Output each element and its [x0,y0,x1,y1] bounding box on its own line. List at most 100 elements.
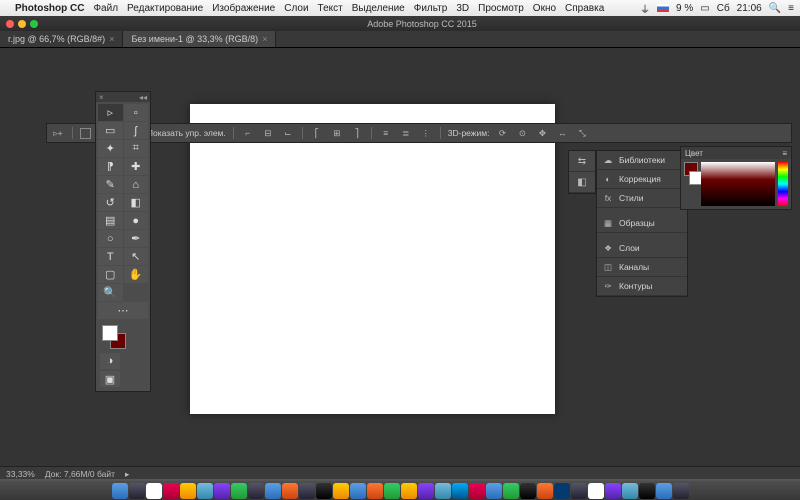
shape-tool[interactable]: ▢ [98,266,123,283]
dock-app[interactable] [520,483,536,499]
window-zoom-button[interactable] [30,20,38,28]
keyboard-layout-icon[interactable] [657,4,669,12]
menu-window[interactable]: Окно [533,3,556,14]
foreground-color[interactable] [102,325,118,341]
dock-app[interactable] [537,483,553,499]
dock-trash-icon[interactable] [673,483,689,499]
path-tool[interactable]: ↖ [124,248,149,265]
3d-orbit-icon[interactable]: ⟳ [495,127,509,139]
quickmask-tool[interactable]: ◑ [100,353,120,369]
dock-app-powerpoint[interactable] [367,483,383,499]
notifications-icon[interactable]: ≡ [788,3,794,14]
doc-info[interactable]: Док: 7,66M/0 байт [45,469,115,479]
dock-app-excel[interactable] [384,483,400,499]
dock-app-safari[interactable] [265,483,281,499]
menu-file[interactable]: Файл [93,3,118,14]
close-icon[interactable]: × [99,93,104,102]
align-left-icon[interactable]: ⎡ [310,127,324,139]
menu-image[interactable]: Изображение [212,3,275,14]
gradient-tool[interactable]: ▤ [98,212,123,229]
menu-edit[interactable]: Редактирование [127,3,203,14]
dock-app-photoshop[interactable] [554,483,570,499]
panel-item-styles[interactable]: fxСтили [597,189,687,208]
edit-toolbar[interactable]: ⋯ [98,302,148,319]
artboard-tool[interactable]: ▫ [124,104,149,121]
align-hcenter-icon[interactable]: ⊞ [330,127,344,139]
document-tab[interactable]: r.jpg @ 66,7% (RGB/8#)× [0,31,123,47]
lasso-tool[interactable]: ʃ [124,122,149,139]
dock-app[interactable] [571,483,587,499]
dock-app[interactable] [435,483,451,499]
document-tab[interactable]: Без имени-1 @ 33,3% (RGB/8)× [123,31,276,47]
dock-app[interactable] [469,483,485,499]
align-vcenter-icon[interactable]: ⊟ [261,127,275,139]
wifi-icon[interactable]: ⏚ [640,1,650,16]
3d-slide-icon[interactable]: ↔ [555,127,569,139]
dock-app-word[interactable] [350,483,366,499]
color-field[interactable] [701,162,775,206]
dock-app[interactable] [282,483,298,499]
blur-tool[interactable]: ● [124,212,149,229]
brush-tool[interactable]: ✎ [98,176,123,193]
panel-item-adjustments[interactable]: ◐Коррекция [597,170,687,189]
menu-select[interactable]: Выделение [352,3,405,14]
marquee-tool[interactable]: ▭ [98,122,123,139]
panel-item-swatches[interactable]: ▦Образцы [597,214,687,233]
distribute-icon[interactable]: ⋮ [419,127,433,139]
dock-app[interactable] [639,483,655,499]
3d-pan-icon[interactable]: ✥ [535,127,549,139]
tab-color[interactable]: Цвет [685,149,703,158]
menu-filter[interactable]: Фильтр [414,3,448,14]
dock-app[interactable] [231,483,247,499]
menu-text[interactable]: Текст [318,3,343,14]
panel-drag-handle[interactable]: ×◂◂ [96,92,150,102]
dock-app-skype[interactable] [452,483,468,499]
stamp-tool[interactable]: ⌂ [124,176,149,193]
zoom-tool[interactable]: 🔍 [98,284,123,301]
dock-app[interactable] [401,483,417,499]
dock-app[interactable] [622,483,638,499]
3d-roll-icon[interactable]: ⊙ [515,127,529,139]
align-bottom-icon[interactable]: ⌙ [281,127,295,139]
type-tool[interactable]: T [98,248,123,265]
panel-item-layers[interactable]: ❖Слои [597,239,687,258]
dock-app[interactable] [180,483,196,499]
dock-app[interactable] [316,483,332,499]
dodge-tool[interactable]: ○ [98,230,123,247]
panel-item-channels[interactable]: ◫Каналы [597,258,687,277]
tools-panel[interactable]: ×◂◂ ▹ ▫ ▭ ʃ ✦ ⌗ ⁋ ✚ ✎ ⌂ ↺ ◧ ▤ ● ○ ✒ T ↖ … [95,91,151,392]
move-tool-icon[interactable]: ▹+ [51,127,65,139]
dock-app[interactable] [503,483,519,499]
dock-app[interactable] [605,483,621,499]
zoom-level[interactable]: 33,33% [6,469,35,479]
menu-3d[interactable]: 3D [456,3,469,14]
window-minimize-button[interactable] [18,20,26,28]
wand-tool[interactable]: ✦ [98,140,123,157]
distribute-icon[interactable]: ≡ [379,127,393,139]
panel-menu-icon[interactable]: ≡ [782,149,787,158]
screenmode-tool[interactable]: ▣ [100,371,120,387]
auto-select-checkbox[interactable] [80,128,91,139]
eyedropper-tool[interactable]: ⁋ [98,158,123,175]
hand-tool[interactable]: ✋ [124,266,149,283]
dock-app[interactable] [333,483,349,499]
app-menu[interactable]: Photoshop CC [15,3,84,14]
close-tab-icon[interactable]: × [262,34,267,44]
close-tab-icon[interactable]: × [109,34,114,44]
dock-app[interactable] [299,483,315,499]
dock-app-calendar[interactable] [163,483,179,499]
heal-tool[interactable]: ✚ [124,158,149,175]
window-close-button[interactable] [6,20,14,28]
canvas[interactable] [190,104,555,414]
dock-app[interactable] [146,483,162,499]
pen-tool[interactable]: ✒ [124,230,149,247]
menu-view[interactable]: Просмотр [478,3,524,14]
dock-app[interactable] [129,483,145,499]
3d-scale-icon[interactable]: ⤡ [575,127,589,139]
menu-help[interactable]: Справка [565,3,604,14]
move-tool[interactable]: ▹ [98,104,123,121]
chevron-right-icon[interactable]: ▸ [125,469,129,480]
align-top-icon[interactable]: ⌐ [241,127,255,139]
history-brush-tool[interactable]: ↺ [98,194,123,211]
panel-item-libraries[interactable]: ☁Библиотеки [597,151,687,170]
